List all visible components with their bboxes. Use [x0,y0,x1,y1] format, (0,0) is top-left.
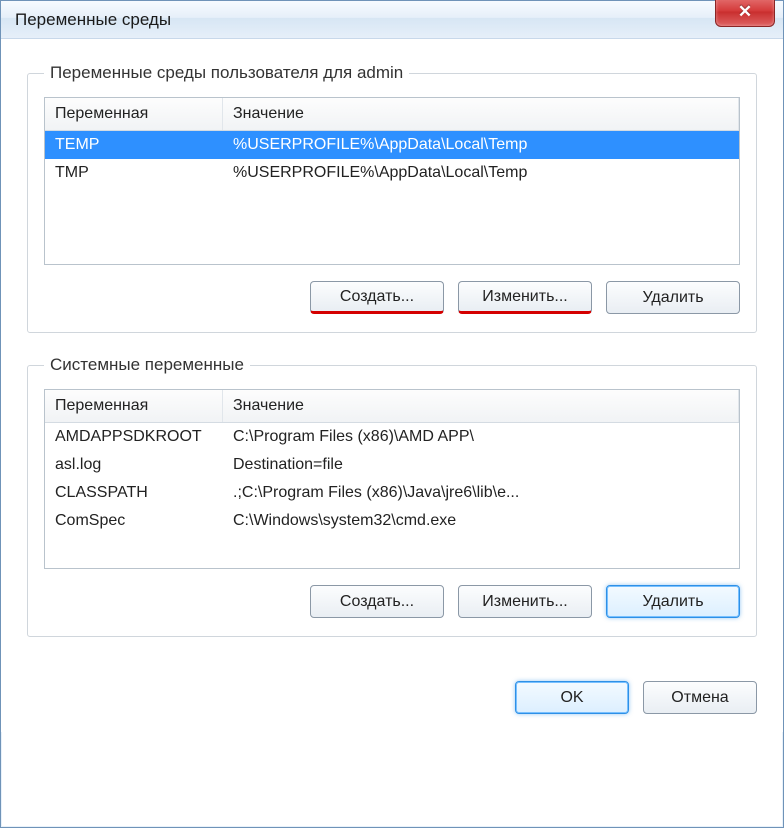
dialog-footer: OK Отмена [1,669,783,732]
cell-val: C:\Program Files (x86)\AMD APP\ [223,423,739,451]
table-row[interactable]: TMP %USERPROFILE%\AppData\Local\Temp [45,159,739,187]
cell-var: TMP [45,159,223,187]
table-row[interactable]: ComSpec C:\Windows\system32\cmd.exe [45,507,739,535]
window-title: Переменные среды [15,10,171,30]
user-vars-group: Переменные среды пользователя для admin … [27,63,757,333]
ok-button[interactable]: OK [515,681,629,714]
close-icon: ✕ [738,2,752,22]
system-vars-legend: Системные переменные [44,355,250,375]
col-header-variable[interactable]: Переменная [45,98,223,130]
env-vars-dialog: Переменные среды ✕ Переменные среды поль… [0,0,784,828]
user-list-header: Переменная Значение [45,98,739,131]
col-header-variable[interactable]: Переменная [45,390,223,422]
cell-val: .;C:\Program Files (x86)\Java\jre6\lib\e… [223,479,739,507]
close-button[interactable]: ✕ [715,0,775,27]
table-row[interactable]: CLASSPATH .;C:\Program Files (x86)\Java\… [45,479,739,507]
user-btn-row: Создать... Изменить... Удалить [44,281,740,314]
cell-var: TEMP [45,131,223,159]
system-vars-group: Системные переменные Переменная Значение… [27,355,757,637]
user-delete-button[interactable]: Удалить [606,281,740,314]
user-create-button[interactable]: Создать... [310,281,444,314]
col-header-value[interactable]: Значение [223,98,739,130]
cell-var: CLASSPATH [45,479,223,507]
user-edit-button[interactable]: Изменить... [458,281,592,314]
table-row[interactable]: asl.log Destination=file [45,451,739,479]
system-vars-list[interactable]: Переменная Значение AMDAPPSDKROOT C:\Pro… [44,389,740,569]
dialog-body: Переменные среды пользователя для admin … [1,39,783,669]
system-create-button[interactable]: Создать... [310,585,444,618]
col-header-value[interactable]: Значение [223,390,739,422]
table-row[interactable]: TEMP %USERPROFILE%\AppData\Local\Temp [45,131,739,159]
cancel-button[interactable]: Отмена [643,681,757,714]
user-vars-legend: Переменные среды пользователя для admin [44,63,409,83]
system-delete-button[interactable]: Удалить [606,585,740,618]
cell-val: %USERPROFILE%\AppData\Local\Temp [223,131,739,159]
cell-val: Destination=file [223,451,739,479]
cell-var: AMDAPPSDKROOT [45,423,223,451]
system-list-header: Переменная Значение [45,390,739,423]
user-vars-list[interactable]: Переменная Значение TEMP %USERPROFILE%\A… [44,97,740,265]
system-edit-button[interactable]: Изменить... [458,585,592,618]
cell-var: asl.log [45,451,223,479]
cell-val: %USERPROFILE%\AppData\Local\Temp [223,159,739,187]
titlebar: Переменные среды ✕ [1,1,783,39]
cell-val: C:\Windows\system32\cmd.exe [223,507,739,535]
cell-var: ComSpec [45,507,223,535]
system-btn-row: Создать... Изменить... Удалить [44,585,740,618]
table-row[interactable]: AMDAPPSDKROOT C:\Program Files (x86)\AMD… [45,423,739,451]
